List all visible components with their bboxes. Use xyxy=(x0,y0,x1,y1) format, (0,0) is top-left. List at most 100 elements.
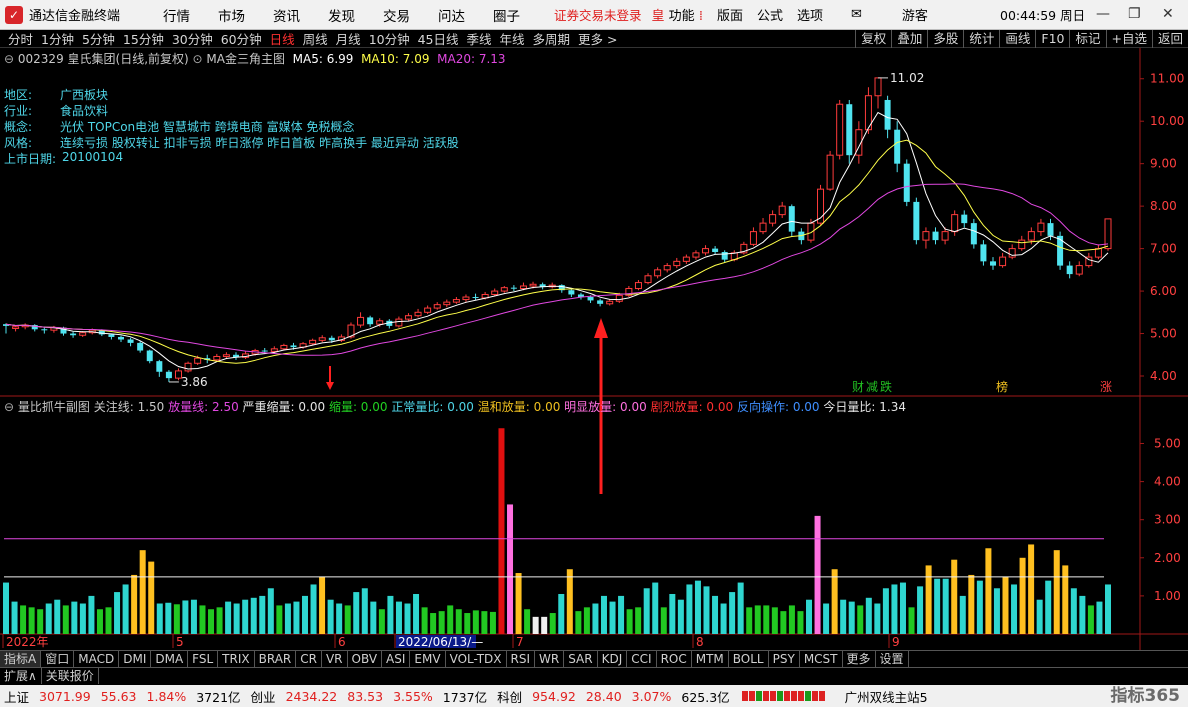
volume-ratio-bar xyxy=(156,603,163,634)
tab-wr[interactable]: WR xyxy=(535,651,565,667)
collapse-icon[interactable]: ⊖ xyxy=(4,52,14,66)
toolbar-options[interactable]: 选项 xyxy=(797,5,823,24)
indicator-dropdown-icon[interactable]: ⊙ xyxy=(193,52,203,66)
tab-cci[interactable]: CCI xyxy=(627,651,657,667)
tool-adjust[interactable]: 复权 xyxy=(855,30,891,48)
tab-rsi[interactable]: RSI xyxy=(507,651,536,667)
tab-mcst[interactable]: MCST xyxy=(800,651,843,667)
volume-ratio-bar xyxy=(96,609,103,634)
tool-f10[interactable]: F10 xyxy=(1035,30,1069,48)
period-1min[interactable]: 1分钟 xyxy=(41,29,74,48)
volume-ratio-bar xyxy=(797,611,804,634)
sh-index-name[interactable]: 上证 xyxy=(4,687,29,706)
period-10min[interactable]: 10分钟 xyxy=(369,29,410,48)
meta-region-value[interactable]: 广西板块 xyxy=(60,86,108,103)
menu-quotes[interactable]: 行情 xyxy=(149,5,204,25)
close-icon[interactable]: ✕ xyxy=(1162,6,1174,22)
period-quarter[interactable]: 季线 xyxy=(467,29,492,48)
mail-icon[interactable]: ✉ xyxy=(851,7,862,22)
tab--[interactable]: 设置 xyxy=(876,651,909,667)
indicator-name[interactable]: MA金三角主图 xyxy=(206,52,285,66)
tab--[interactable]: 更多 xyxy=(843,651,876,667)
tool-overlay[interactable]: 叠加 xyxy=(891,30,927,48)
tool-back[interactable]: 返回 xyxy=(1151,30,1188,48)
server-name[interactable]: 广州双线主站5 xyxy=(845,687,928,706)
cy-index-name[interactable]: 创业 xyxy=(251,687,276,706)
period-daily[interactable]: 日线 xyxy=(270,29,295,48)
tab-obv[interactable]: OBV xyxy=(348,651,383,667)
event-marker: 榜 xyxy=(996,379,1008,394)
meta-industry-value[interactable]: 食品饮料 xyxy=(60,102,108,119)
tab-brar[interactable]: BRAR xyxy=(255,651,297,667)
sub-indicator-name[interactable]: 量比抓牛副图 xyxy=(18,400,90,414)
candle-body xyxy=(587,297,594,301)
tool-add-watchlist[interactable]: +自选 xyxy=(1105,30,1152,48)
period-15min[interactable]: 15分钟 xyxy=(123,29,164,48)
period-multi[interactable]: 多周期 xyxy=(533,29,571,48)
menu-discover[interactable]: 发现 xyxy=(314,5,369,25)
period-5min[interactable]: 5分钟 xyxy=(82,29,115,48)
volume-ratio-bar xyxy=(575,611,582,634)
candle-body xyxy=(778,205,786,216)
tab-vol-tdx[interactable]: VOL-TDX xyxy=(446,651,507,667)
meta-style-value[interactable]: 连续亏损 股权转让 扣非亏损 昨日涨停 昨日首板 昨高换手 最近异动 活跃股 xyxy=(60,134,459,151)
tab-trix[interactable]: TRIX xyxy=(218,651,255,667)
toolbar-formula[interactable]: 公式 xyxy=(757,5,783,24)
candle-body xyxy=(156,361,163,372)
tab-expand[interactable]: 扩展∧ xyxy=(0,668,42,684)
period-45day[interactable]: 45日线 xyxy=(418,29,459,48)
volume-ratio-bar xyxy=(1087,605,1094,634)
arrow-down-head-icon xyxy=(326,382,334,390)
tab-dma[interactable]: DMA xyxy=(151,651,189,667)
user-label[interactable]: 游客 xyxy=(902,5,928,24)
tool-draw[interactable]: 画线 xyxy=(999,30,1035,48)
meta-concept-value[interactable]: 光伏 TOPCon电池 智慧城市 跨境电商 富媒体 免税概念 xyxy=(60,118,354,135)
candle xyxy=(184,361,192,373)
tab-emv[interactable]: EMV xyxy=(410,651,446,667)
tab-fsl[interactable]: FSL xyxy=(188,651,219,667)
tab-vr[interactable]: VR xyxy=(322,651,348,667)
period-monthly[interactable]: 月线 xyxy=(336,29,361,48)
candle-body xyxy=(79,332,87,336)
minimize-icon[interactable]: — xyxy=(1096,6,1110,22)
maximize-icon[interactable]: ❐ xyxy=(1128,6,1141,22)
tab-cr[interactable]: CR xyxy=(296,651,322,667)
tab-mtm[interactable]: MTM xyxy=(692,651,729,667)
meta-style: 风格: 连续亏损 股权转让 扣非亏损 昨日涨停 昨日首板 昨高换手 最近异动 活跃… xyxy=(4,134,459,151)
menu-trade[interactable]: 交易 xyxy=(369,5,424,25)
tool-multi-stock[interactable]: 多股 xyxy=(927,30,963,48)
tab-macd[interactable]: MACD xyxy=(74,651,120,667)
period-60min[interactable]: 60分钟 xyxy=(221,29,262,48)
period-tick[interactable]: 分时 xyxy=(8,29,33,48)
volume-ratio-bar xyxy=(891,584,898,634)
menu-ask[interactable]: 问达 xyxy=(424,5,479,25)
period-weekly[interactable]: 周线 xyxy=(303,29,328,48)
tab-kdj[interactable]: KDJ xyxy=(598,651,628,667)
sub-collapse-icon[interactable]: ⊖ xyxy=(4,400,14,414)
tool-stats[interactable]: 统计 xyxy=(963,30,999,48)
menu-market[interactable]: 市场 xyxy=(204,5,259,25)
low-label: 3.86 xyxy=(181,375,208,389)
tab-related-quotes[interactable]: 关联报价 xyxy=(42,668,99,684)
tab-sar[interactable]: SAR xyxy=(564,651,598,667)
menu-circle[interactable]: 圈子 xyxy=(479,5,534,25)
period-30min[interactable]: 30分钟 xyxy=(172,29,213,48)
tab-roc[interactable]: ROC xyxy=(657,651,692,667)
trade-login-warning[interactable]: 证券交易未登录 xyxy=(554,5,642,24)
right-toolbar: 复权 叠加 多股 统计 画线 F10 标记 +自选 返回 xyxy=(855,30,1188,48)
tab-asi[interactable]: ASI xyxy=(382,651,411,667)
feature-menu[interactable]: 皇 功能 ⁞ xyxy=(652,5,703,24)
tab-dmi[interactable]: DMI xyxy=(119,651,152,667)
kc-index-name[interactable]: 科创 xyxy=(497,687,522,706)
tab-psy[interactable]: PSY xyxy=(769,651,800,667)
tool-mark[interactable]: 标记 xyxy=(1069,30,1105,48)
period-more[interactable]: 更多 > xyxy=(578,29,617,48)
candle xyxy=(1104,218,1112,251)
tab--[interactable]: 窗口 xyxy=(41,651,75,667)
menu-news[interactable]: 资讯 xyxy=(259,5,314,25)
tab--a[interactable]: 指标A xyxy=(0,651,42,667)
period-year[interactable]: 年线 xyxy=(500,29,525,48)
candle xyxy=(932,227,939,245)
tab-boll[interactable]: BOLL xyxy=(729,651,769,667)
toolbar-layout[interactable]: 版面 xyxy=(717,5,743,24)
